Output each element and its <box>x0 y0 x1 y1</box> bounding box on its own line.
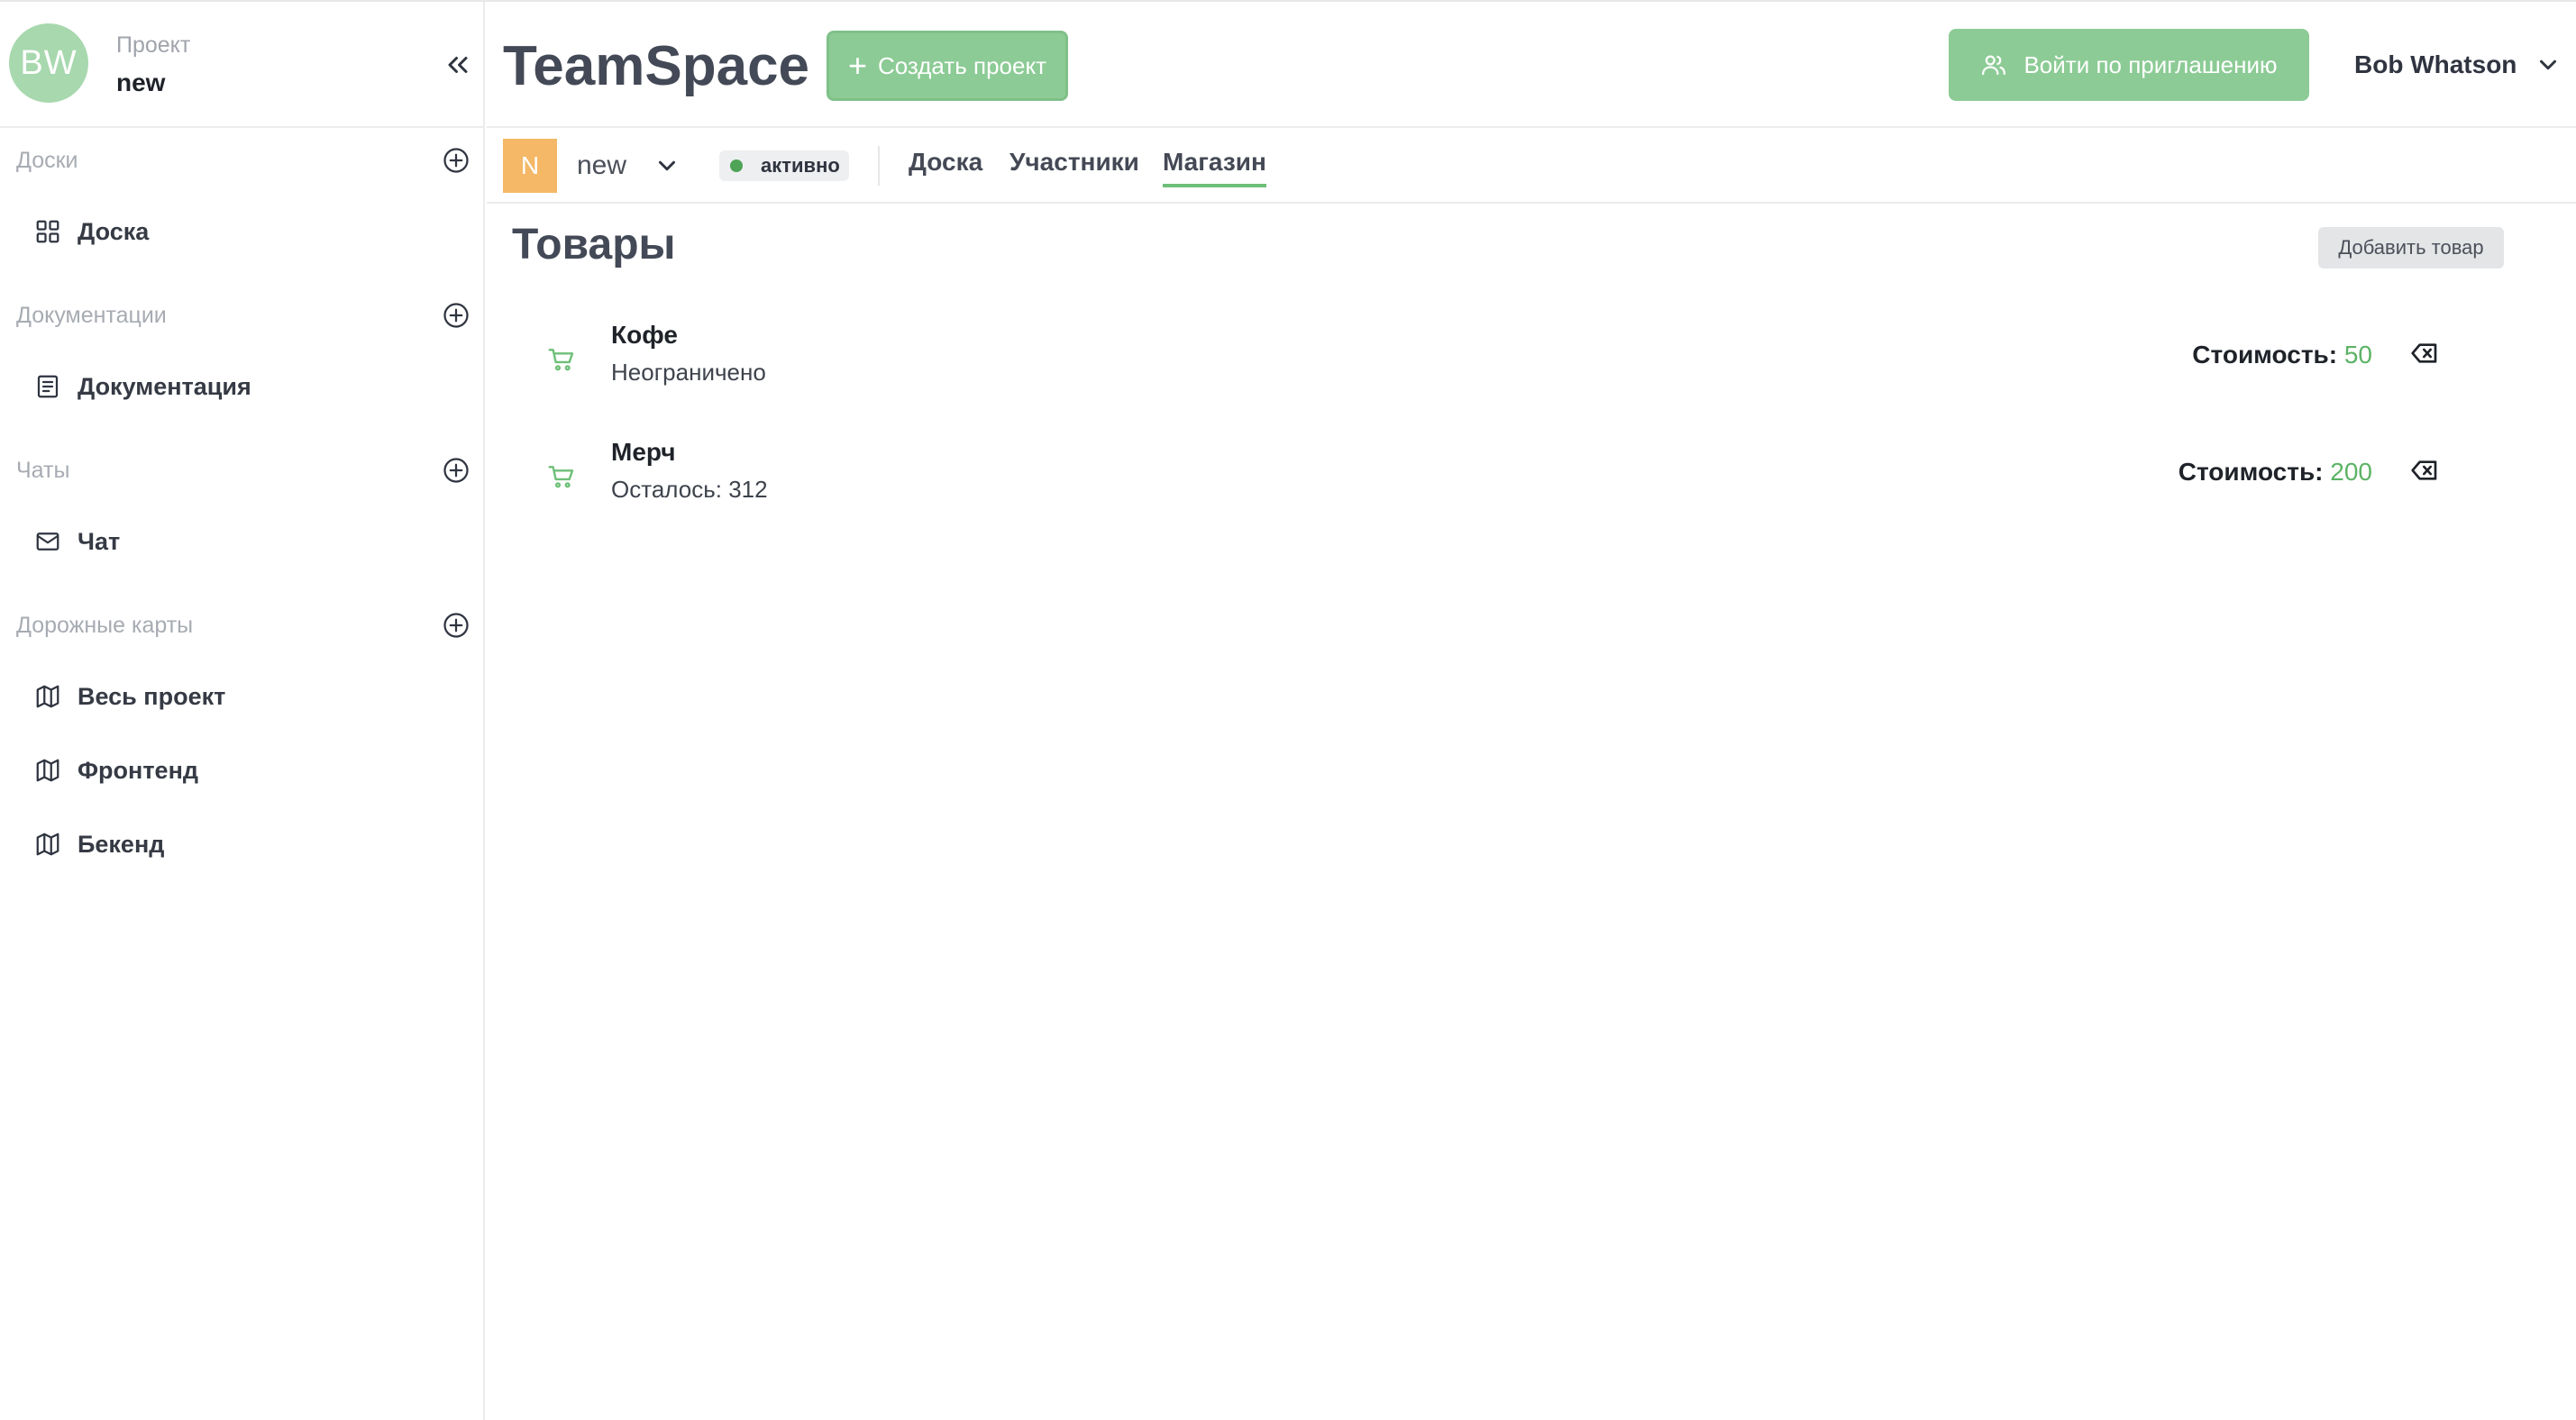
sidebar-item-label: Доска <box>78 217 150 245</box>
plus-circle-icon <box>443 613 469 638</box>
join-by-invite-button[interactable]: Войти по приглашению <box>1949 29 2309 101</box>
delete-product-button[interactable] <box>2407 335 2443 371</box>
status-text: активно <box>761 154 840 177</box>
delete-product-button[interactable] <box>2407 452 2443 488</box>
join-by-invite-label: Войти по приглашению <box>2023 50 2278 78</box>
sidebar-item-whole-project[interactable]: Весь проект <box>32 674 225 719</box>
map-icon <box>32 681 63 712</box>
add-board-button[interactable] <box>440 144 472 177</box>
create-project-button[interactable]: + Создать проект <box>827 31 1068 101</box>
project-name: new <box>116 68 166 96</box>
sidebar-item-backend[interactable]: Бекенд <box>32 822 164 867</box>
cart-icon <box>539 454 584 499</box>
mail-icon <box>32 526 63 557</box>
map-icon <box>32 755 63 786</box>
top-header: TeamSpace + Создать проект Войти по приг… <box>487 2 2576 128</box>
add-roadmap-button[interactable] <box>440 609 472 642</box>
section-title-docs: Документации <box>16 303 167 328</box>
sidebar-item-label: Фронтенд <box>78 756 199 784</box>
add-chat-button[interactable] <box>440 454 472 487</box>
user-name: Bob Whatson <box>2354 50 2517 78</box>
sidebar-item-label: Документация <box>78 372 251 400</box>
project-select-value: new <box>577 150 627 180</box>
sidebar-item-chat[interactable]: Чат <box>32 519 120 564</box>
price-label: Стоимость: <box>2192 341 2338 369</box>
product-price: Стоимость: 50 <box>2192 341 2372 369</box>
plus-circle-icon <box>443 303 469 328</box>
product-stock: Неограничено <box>611 359 766 386</box>
status-badge: активно <box>719 150 849 181</box>
sidebar: BW Проект new Доски Доска Документации Д <box>0 2 485 1420</box>
user-menu[interactable]: Bob Whatson <box>2354 38 2562 92</box>
tab-board[interactable]: Доска <box>909 148 982 187</box>
plus-circle-icon <box>443 458 469 483</box>
brand-title: TeamSpace <box>503 35 810 97</box>
sidebar-item-label: Весь проект <box>78 682 226 710</box>
map-icon <box>32 829 63 860</box>
sidebar-item-label: Чат <box>78 527 121 555</box>
backspace-delete-icon <box>2411 343 2437 363</box>
section-title-roadmaps: Дорожные карты <box>16 613 194 638</box>
chevron-down-icon <box>659 160 676 171</box>
collapse-sidebar-button[interactable] <box>438 45 478 85</box>
page-title: Товары <box>512 221 676 269</box>
project-select[interactable]: new <box>577 139 681 193</box>
add-product-button[interactable]: Добавить товар <box>2318 227 2504 269</box>
product-name: Кофе <box>611 321 678 349</box>
tab-shop[interactable]: Магазин <box>1163 148 1266 187</box>
add-doc-button[interactable] <box>440 299 472 332</box>
divider <box>878 146 880 186</box>
tab-members[interactable]: Участники <box>1009 148 1139 187</box>
double-chevron-left-icon <box>448 57 468 73</box>
sidebar-item-documentation[interactable]: Документация <box>32 364 251 409</box>
list-item: Мерч Осталось: 312 Стоимость: 200 <box>505 432 2515 523</box>
document-icon <box>32 371 63 402</box>
section-title-boards: Доски <box>16 148 78 173</box>
list-item: Кофе Неограничено Стоимость: 50 <box>505 315 2515 405</box>
sidebar-item-label: Бекенд <box>78 830 165 858</box>
status-dot <box>730 159 743 172</box>
chevron-down-icon <box>2540 59 2557 70</box>
users-icon <box>1980 51 2007 78</box>
section-title-chats: Чаты <box>16 458 70 483</box>
project-badge: N <box>503 139 557 193</box>
price-label: Стоимость: <box>2178 458 2324 486</box>
sidebar-item-board[interactable]: Доска <box>32 209 149 254</box>
grid-icon <box>32 216 63 247</box>
sidebar-project-header: BW Проект new <box>0 2 483 128</box>
price-value: 50 <box>2343 341 2372 369</box>
backspace-delete-icon <box>2411 460 2437 480</box>
sidebar-item-frontend[interactable]: Фронтенд <box>32 748 198 793</box>
product-name: Мерч <box>611 438 676 466</box>
plus-circle-icon <box>443 148 469 173</box>
create-project-label: Создать проект <box>877 51 1047 79</box>
cart-icon <box>539 337 584 382</box>
plus-icon: + <box>847 47 867 84</box>
product-stock: Осталось: 312 <box>611 476 768 503</box>
project-subheader: N new активно Доска Участники Магазин <box>487 128 2576 204</box>
avatar[interactable]: BW <box>9 23 88 103</box>
price-value: 200 <box>2330 458 2372 486</box>
product-price: Стоимость: 200 <box>2179 458 2372 487</box>
project-caption: Проект <box>116 32 191 58</box>
